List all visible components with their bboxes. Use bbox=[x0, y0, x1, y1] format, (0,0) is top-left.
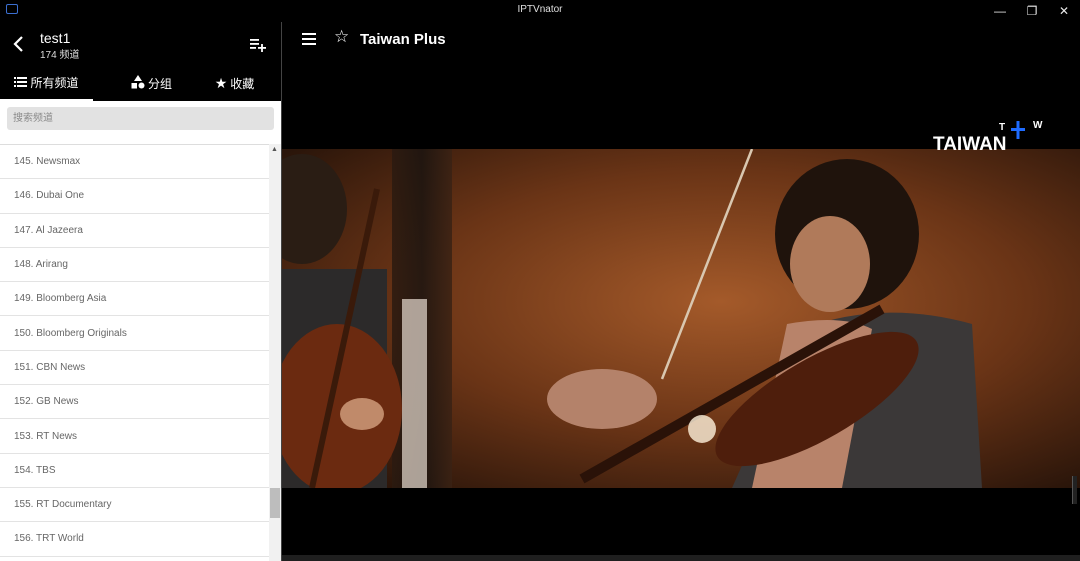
tab-label: 所有频道 bbox=[30, 76, 79, 90]
list-icon bbox=[14, 76, 28, 90]
channel-item[interactable]: 155. RT Documentary bbox=[0, 488, 269, 523]
add-playlist-icon[interactable] bbox=[249, 35, 267, 53]
favorite-star-icon[interactable]: ☆ bbox=[334, 27, 349, 47]
channel-item[interactable]: 145. Newsmax bbox=[0, 145, 269, 180]
minimize-button[interactable]: — bbox=[983, 0, 1017, 22]
taiwan-plus-logo: TAIWAN T W bbox=[933, 118, 1053, 155]
channel-item[interactable]: 154. TBS bbox=[0, 454, 269, 488]
channel-list: 145. Newsmax 146. Dubai One 147. Al Jaze… bbox=[0, 144, 269, 561]
channel-item[interactable]: 149. Bloomberg Asia bbox=[0, 282, 269, 317]
window-title: IPTVnator bbox=[517, 4, 563, 15]
scrollbar-thumb[interactable] bbox=[270, 488, 280, 518]
channel-sidebar: test1 174 频道 所有频道 分组 ★ 收藏 搜索频道 145. News… bbox=[0, 22, 282, 561]
menu-icon[interactable] bbox=[302, 33, 316, 45]
star-icon: ★ bbox=[214, 75, 228, 91]
channel-count: 174 频道 bbox=[40, 50, 80, 61]
player-controls-bar[interactable] bbox=[282, 555, 1080, 561]
search-channels-input[interactable] bbox=[7, 107, 274, 130]
channel-item[interactable]: 153. RT News bbox=[0, 419, 269, 454]
channel-item[interactable]: 152. GB News bbox=[0, 385, 269, 420]
category-icon bbox=[131, 75, 145, 92]
maximize-button[interactable]: ❐ bbox=[1015, 0, 1049, 22]
channel-title: Taiwan Plus bbox=[360, 31, 446, 48]
channel-item[interactable]: 151. CBN News bbox=[0, 351, 269, 386]
scroll-up-icon[interactable]: ▲ bbox=[271, 146, 278, 153]
channel-item[interactable]: 148. Arirang bbox=[0, 248, 269, 283]
tab-all-channels[interactable]: 所有频道 bbox=[0, 66, 93, 101]
channel-item[interactable]: 150. Bloomberg Originals bbox=[0, 316, 269, 351]
volume-indicator[interactable] bbox=[1072, 476, 1077, 504]
tab-label: 分组 bbox=[147, 77, 172, 91]
channel-item[interactable]: 147. Al Jazeera bbox=[0, 214, 269, 248]
close-button[interactable]: ✕ bbox=[1047, 0, 1080, 22]
svg-text:W: W bbox=[1033, 120, 1043, 131]
sidebar-header: test1 174 频道 bbox=[0, 22, 281, 66]
tab-favorites[interactable]: ★ 收藏 bbox=[188, 66, 281, 101]
svg-text:TAIWAN: TAIWAN bbox=[933, 134, 1007, 154]
tab-groups[interactable]: 分组 bbox=[105, 66, 198, 101]
tab-label: 收藏 bbox=[230, 77, 255, 91]
player-header: ☆ Taiwan Plus bbox=[282, 22, 1080, 58]
channel-list-scrollbar[interactable]: ▲ bbox=[269, 144, 281, 561]
channel-item[interactable]: 146. Dubai One bbox=[0, 179, 269, 214]
video-player[interactable]: TAIWAN T W bbox=[282, 58, 1080, 555]
window-titlebar: IPTVnator — ❐ ✕ bbox=[0, 0, 1080, 22]
svg-text:T: T bbox=[999, 122, 1005, 133]
sidebar-tabs: 所有频道 分组 ★ 收藏 bbox=[0, 66, 281, 101]
back-arrow-icon[interactable] bbox=[10, 34, 28, 54]
video-frame bbox=[282, 149, 1080, 488]
channel-item[interactable]: 156. TRT World bbox=[0, 522, 269, 557]
playlist-name: test1 bbox=[40, 30, 71, 46]
